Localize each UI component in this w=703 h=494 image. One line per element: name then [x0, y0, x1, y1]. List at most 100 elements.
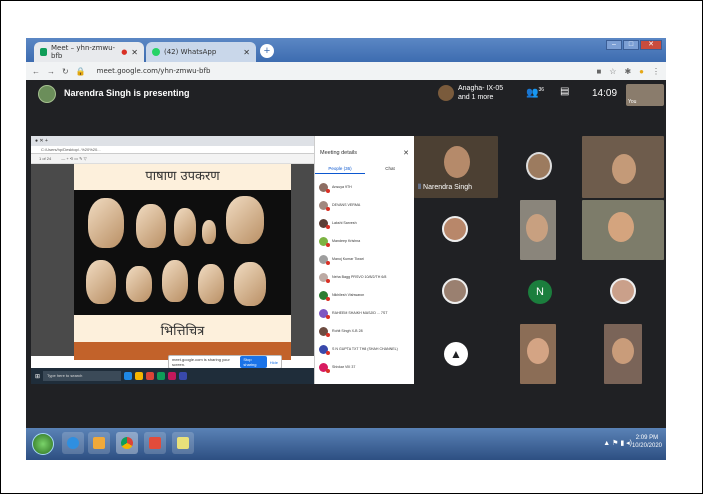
- window-close-button[interactable]: ✕: [640, 40, 662, 50]
- shared-address-bar: C:/Users/hp/Desktop/..%20%20...: [31, 146, 337, 154]
- ie-button[interactable]: [62, 432, 84, 454]
- folder-icon: [93, 437, 105, 449]
- slide-viewer: पाषाण उपकरण भित्तिचित्र: [31, 164, 337, 360]
- avatar: N: [528, 280, 552, 304]
- avatar: [319, 254, 330, 265]
- chrome-icon: [146, 372, 155, 380]
- word-icon: [179, 372, 188, 380]
- list-item[interactable]: Mandeep Krishna: [319, 232, 413, 250]
- reload-icon[interactable]: ↻: [62, 67, 69, 76]
- list-item[interactable]: Nikhilesh Vishwaron: [319, 286, 413, 304]
- meeting-details-panel: Meeting details ✕ People (36) Chat Ansuy…: [314, 136, 414, 384]
- forward-icon[interactable]: →: [47, 67, 55, 76]
- avatar: [319, 308, 330, 319]
- desktop-screenshot: Meet – yhn-zmwu-bfb ● ✕ (42) WhatsApp ✕ …: [26, 38, 666, 460]
- list-item[interactable]: S N GUPTA TXT TH8 (SHAH CHANNEL): [319, 340, 413, 358]
- participant-tile[interactable]: [520, 324, 556, 384]
- paint-button[interactable]: [144, 432, 166, 454]
- participant-tile[interactable]: [582, 200, 664, 260]
- edge-icon: [124, 372, 133, 380]
- explorer-button[interactable]: [88, 432, 110, 454]
- list-item[interactable]: Rohit Singh X-B 28: [319, 322, 413, 340]
- participant-tile[interactable]: [582, 262, 664, 322]
- details-title: Meeting details: [320, 150, 357, 156]
- share-notice: meet.google.com is sharing your screen.: [172, 357, 230, 367]
- tab-chat[interactable]: Chat: [365, 164, 414, 174]
- presenter-tile[interactable]: ⦀ Narendra Singh: [414, 136, 498, 198]
- pdf-tab: ● ✕ +: [35, 138, 48, 144]
- tab-people[interactable]: People (36): [315, 164, 365, 174]
- chrome-button[interactable]: [116, 432, 138, 454]
- pinned-participants[interactable]: Anagha- IX-05 and 1 more: [458, 84, 503, 102]
- avatar: [319, 344, 330, 355]
- maximize-button[interactable]: □: [623, 40, 639, 50]
- shared-screen: ● ✕ + C:/Users/hp/Desktop/..%20%20... 1 …: [31, 136, 337, 384]
- list-item[interactable]: DEVANS VERMA: [319, 196, 413, 214]
- slide: पाषाण उपकरण भित्तिचित्र: [74, 164, 291, 360]
- toolbar-icons: ■ ☆ ✱ ● ⋮: [596, 67, 660, 76]
- participant-list: Ansuya 9TH DEVANS VERMA Lakshi Sarvesh M…: [319, 178, 413, 376]
- participant-tile[interactable]: [500, 136, 580, 198]
- slide-title: पाषाण उपकरण: [145, 169, 220, 184]
- notes-button[interactable]: [172, 432, 194, 454]
- shared-taskbar: ⊞ Type here to search 2:09 PM: [31, 368, 337, 384]
- shared-tab-strip: ● ✕ +: [31, 136, 337, 146]
- minimize-button[interactable]: –: [606, 40, 622, 50]
- camera-icon[interactable]: ■: [596, 67, 601, 76]
- address-bar: ← → ↻ 🔒 meet.google.com/yhn-zmwu-bfb ■ ☆…: [26, 62, 666, 80]
- presenter-face: [444, 146, 470, 178]
- list-item[interactable]: Neha Bagg PRSVO 10/8/2/TH 6/8: [319, 268, 413, 286]
- new-tab-button[interactable]: +: [260, 44, 274, 58]
- participant-tile[interactable]: ▲: [414, 324, 498, 384]
- avatar: ▲: [444, 342, 468, 366]
- meeting-clock: 14:09: [592, 88, 618, 99]
- tab-whatsapp[interactable]: (42) WhatsApp ✕: [146, 42, 256, 62]
- ie-icon: [67, 437, 79, 449]
- people-icon: 👥: [526, 87, 539, 99]
- stop-sharing-button[interactable]: Stop sharing: [240, 356, 267, 368]
- participant-tile[interactable]: [604, 324, 642, 384]
- list-item[interactable]: Ansuya 9TH: [319, 178, 413, 196]
- list-item[interactable]: RAHEEM SHAIKH MASJID ... 7ST: [319, 304, 413, 322]
- meet-icon: [157, 372, 166, 380]
- stone-tools-photo: [74, 190, 291, 315]
- start-button[interactable]: [32, 433, 54, 455]
- list-item[interactable]: Lakshi Sarvesh: [319, 214, 413, 232]
- list-item[interactable]: Manoj Kumar Tiwari: [319, 250, 413, 268]
- folder-icon: [135, 372, 144, 380]
- extension-icon[interactable]: ✱: [624, 67, 631, 76]
- avatar: [319, 182, 330, 193]
- close-icon[interactable]: ✕: [131, 48, 138, 57]
- url-field[interactable]: meet.google.com/yhn-zmwu-bfb: [97, 67, 211, 75]
- profile-icon[interactable]: ●: [639, 67, 644, 76]
- participant-tile[interactable]: [582, 136, 664, 198]
- presenter-label: ⦀ Narendra Singh: [418, 184, 473, 191]
- close-icon[interactable]: ✕: [403, 149, 409, 157]
- meet-header: Narendra Singh is presenting Anagha- IX-…: [26, 80, 666, 108]
- self-view-thumbnail[interactable]: You: [626, 84, 664, 106]
- participant-tile[interactable]: [414, 200, 498, 260]
- chat-icon: ▤: [560, 86, 570, 97]
- hide-button[interactable]: Hide: [270, 360, 278, 365]
- pinned-more: and 1 more: [458, 94, 494, 101]
- notes-icon: [177, 437, 189, 449]
- whatsapp-icon: [152, 48, 160, 56]
- avatar: [319, 236, 330, 247]
- people-button[interactable]: 👥36: [526, 87, 544, 98]
- close-icon[interactable]: ✕: [243, 48, 250, 57]
- participant-tile[interactable]: [414, 262, 498, 322]
- chat-button[interactable]: ▤: [560, 86, 569, 97]
- participant-tile[interactable]: [520, 200, 556, 260]
- system-time: 2:09 PM: [635, 435, 659, 441]
- back-icon[interactable]: ←: [32, 67, 40, 76]
- pinned-name: Anagha- IX-05: [458, 85, 504, 92]
- tab-meet[interactable]: Meet – yhn-zmwu-bfb ● ✕: [34, 42, 144, 62]
- pdf-page-indicator: 1 of 24: [39, 156, 52, 161]
- list-item[interactable]: Shivkar VIII 37: [319, 358, 413, 376]
- participant-tile[interactable]: N: [500, 262, 580, 322]
- tab-meet-label: Meet – yhn-zmwu-bfb: [51, 44, 116, 60]
- avatar: [319, 362, 330, 373]
- mic-icon: ⦀: [418, 184, 422, 191]
- menu-icon[interactable]: ⋮: [652, 67, 660, 76]
- star-icon[interactable]: ☆: [609, 67, 616, 76]
